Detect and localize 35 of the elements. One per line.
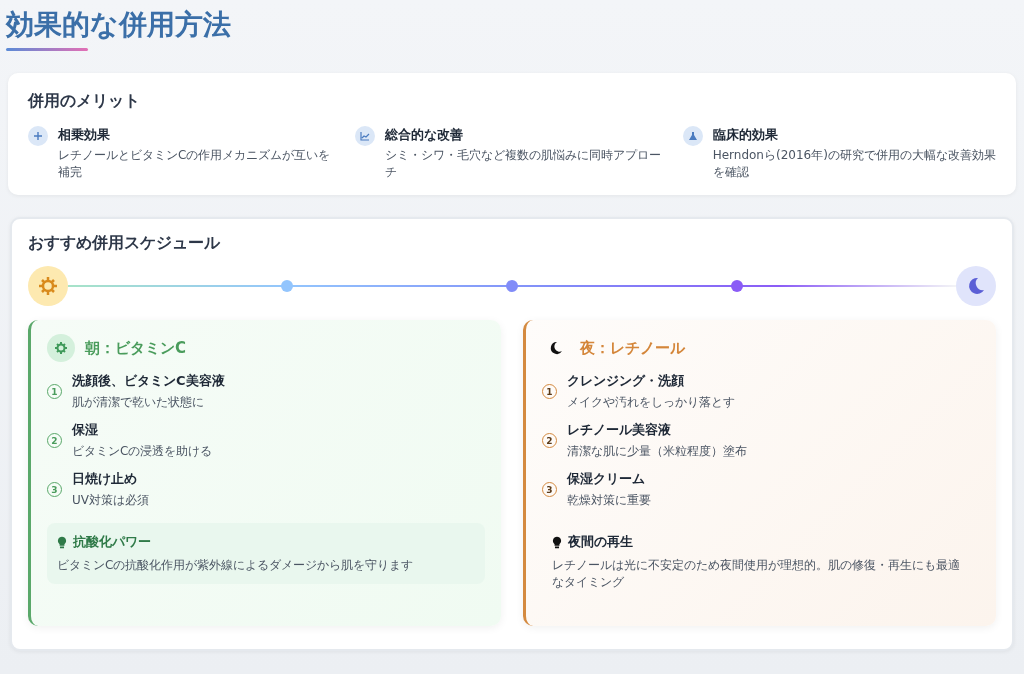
plus-icon [28, 126, 48, 146]
step-description: ビタミンCの浸透を助ける [72, 443, 213, 460]
merit-description: シミ・シワ・毛穴など複数の肌悩みに同時アプローチ [385, 147, 663, 181]
sun-icon [28, 266, 68, 306]
moon-icon [956, 266, 996, 306]
step-description: メイクや汚れをしっかり落とす [567, 394, 735, 411]
routine-title: 朝：ビタミンC [85, 338, 186, 358]
tip-text: ビタミンCの抗酸化作用が紫外線によるダメージから肌を守ります [57, 557, 415, 574]
lightbulb-icon [552, 535, 562, 549]
step-title: 保湿クリーム [567, 470, 646, 488]
page-title: 効果的な併用方法 [6, 7, 232, 43]
step-description: 乾燥対策に重要 [567, 492, 651, 509]
step-description: 肌が清潔で乾いた状態に [72, 394, 205, 411]
flask-icon [682, 126, 703, 146]
tip-title: 抗酸化パワー [73, 533, 151, 551]
tip-title: 夜間の再生 [568, 533, 633, 551]
step-title: クレンジング・洗顔 [567, 372, 685, 390]
step-title: 日焼け止め [72, 470, 138, 488]
step-description: 清潔な肌に少量（米粒程度）塗布 [567, 443, 747, 460]
merit-title: 総合的な改善 [385, 126, 465, 144]
merit-title: 相乗効果 [58, 126, 111, 144]
chart-icon [355, 126, 376, 146]
gear-icon [47, 334, 75, 362]
step-title: レチノール美容液 [567, 421, 672, 439]
merit-description: レチノールとビタミンCの作用メカニズムが互いを補完 [58, 147, 332, 181]
merit-description: Herndonら(2016年)の研究で併用の大幅な改善効果を確認 [712, 147, 996, 181]
tip-text: レチノールは光に不安定のため夜間使用が理想的。肌の修復・再生にも最適なタイミング [552, 557, 961, 591]
step-title: 保湿 [72, 421, 99, 439]
step-title: 洗顔後、ビタミンC美容液 [72, 372, 225, 390]
section-title: おすすめ併用スケジュール [28, 233, 221, 254]
section-title: 併用のメリット [28, 91, 141, 112]
merit-title: 臨床的効果 [712, 126, 779, 144]
routine-title: 夜：レチノール [580, 338, 685, 358]
lightbulb-icon [57, 535, 67, 549]
step-description: UV対策は必須 [72, 492, 149, 509]
